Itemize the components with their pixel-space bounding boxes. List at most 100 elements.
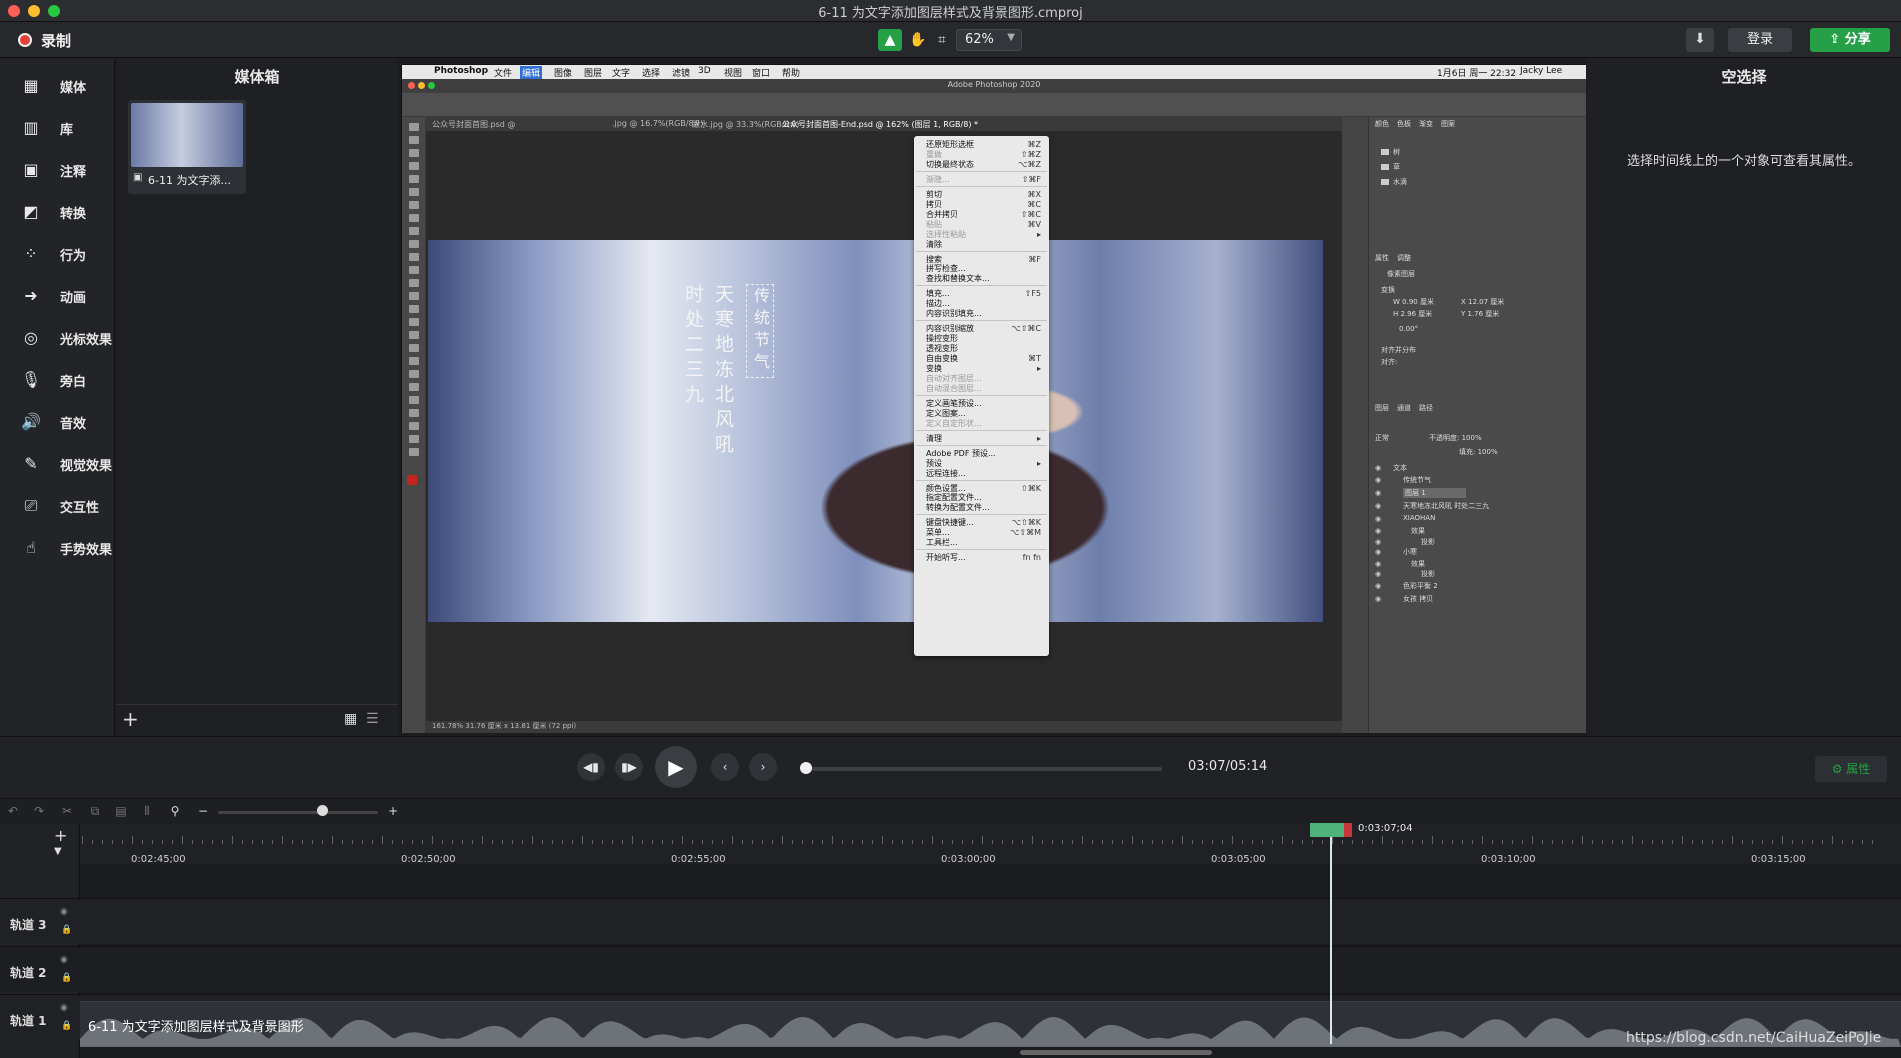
login-button[interactable]: 登录 [1728,28,1792,52]
lock-icon[interactable]: 🔒 [61,925,72,935]
canvas-preview[interactable]: Photoshop 文件 编辑 图像 图层 文字 选择 滤镜 3D 视图 窗口 帮助 1月6日 周一 2… [399,58,1586,736]
sidebar-item-3[interactable]: ◩ 转换 [0,192,115,232]
ps-tool-icon[interactable] [409,448,419,456]
lock-icon[interactable]: 🔒 [61,1021,72,1031]
paste-icon[interactable]: ▤ [114,804,128,818]
eye-icon[interactable]: ◉ [60,955,68,965]
copy-icon[interactable]: ⧉ [88,804,102,818]
playhead-out-marker[interactable] [1344,823,1352,837]
media-clip-thumbnail[interactable]: ▣ 6-11 为文字添... [128,100,246,194]
edit-menu-item[interactable]: 工具栏... [914,537,1049,548]
eye-icon[interactable]: ◉ [1375,527,1381,535]
ps-tool-icon[interactable] [409,357,419,365]
eye-icon[interactable]: ◉ [1375,548,1381,556]
ps-menu-item[interactable]: 3D [698,66,711,76]
zoom-out-icon[interactable]: − [196,804,210,818]
record-button[interactable]: 录制 [41,30,71,51]
ps-tool-icon[interactable] [409,383,419,391]
eye-icon[interactable]: ◉ [1375,595,1381,603]
ps-tool-icon[interactable] [409,292,419,300]
ps-tool-icon[interactable] [409,435,419,443]
eye-icon[interactable]: ◉ [1375,502,1381,510]
ps-menu-item[interactable]: 编辑 [520,66,543,79]
ps-tool-icon[interactable] [409,240,419,248]
ps-menu-item[interactable]: 图像 [554,66,572,79]
ps-menu-item[interactable]: 文字 [612,66,630,79]
zoom-in-icon[interactable]: + [386,804,400,818]
ps-menu-item[interactable]: 窗口 [752,66,770,79]
properties-button[interactable]: ⚙ 属性 [1815,756,1887,782]
ps-tool-icon[interactable] [409,175,419,183]
play-icon[interactable]: ▶ [655,746,697,788]
sidebar-item-0[interactable]: ▦ 媒体 [0,66,115,106]
undo-icon[interactable]: ↶ [6,804,20,818]
eye-icon[interactable]: ◉ [1375,489,1381,497]
ps-tool-icon[interactable] [409,409,419,417]
ps-tool-icon[interactable] [409,279,419,287]
timeline-zoom-handle[interactable] [317,805,328,816]
eye-icon[interactable]: ◉ [1375,476,1381,484]
timeline-scrollbar[interactable] [1020,1050,1212,1055]
ps-menu-item[interactable]: 视图 [724,66,742,79]
ps-tool-icon[interactable] [409,370,419,378]
playhead-line[interactable] [1330,826,1332,1044]
record-icon[interactable] [18,33,32,47]
sidebar-item-8[interactable]: 🔊 音效 [0,402,115,442]
ps-tool-icon[interactable] [409,305,419,313]
crop-tool-icon[interactable]: ⌗ [930,29,954,51]
step-forward-icon[interactable]: ▮▶ [615,753,643,781]
sidebar-item-7[interactable]: 🎙 旁白 [0,360,115,400]
ps-tool-icon[interactable] [409,162,419,170]
timeline-zoom-slider[interactable] [218,811,378,814]
eye-icon[interactable]: ◉ [1375,570,1381,578]
ps-tool-icon[interactable] [409,149,419,157]
ps-menu-item[interactable]: 文件 [494,66,512,79]
zoom-select[interactable]: 62% ▼ [956,29,1022,51]
edit-menu-item[interactable]: 清理 ▸ [914,433,1049,444]
sidebar-item-2[interactable]: ▣ 注释 [0,150,115,190]
sidebar-item-11[interactable]: ☝ 手势效果 [0,528,115,568]
grid-view-icon[interactable]: ▦ [344,711,357,727]
next-marker-icon[interactable]: › [749,753,777,781]
ps-tool-icon[interactable] [409,136,419,144]
zoom-magnifier-icon[interactable]: ⚲ [168,804,182,818]
sidebar-item-6[interactable]: ◎ 光标效果 [0,318,115,358]
eye-icon[interactable]: ◉ [60,907,68,917]
ps-tool-icon[interactable] [409,123,419,131]
eye-icon[interactable]: ◉ [1375,464,1381,472]
eye-icon[interactable]: ◉ [1375,560,1381,568]
eye-icon[interactable]: ◉ [1375,515,1381,523]
ps-tool-icon[interactable] [409,318,419,326]
list-view-icon[interactable]: ☰ [366,711,379,727]
edit-menu-item[interactable]: 开始听写... fn fn [914,552,1049,563]
sidebar-item-5[interactable]: ➜ 动画 [0,276,115,316]
sidebar-item-1[interactable]: ▥ 库 [0,108,115,148]
ps-menu-item[interactable]: 选择 [642,66,660,79]
sidebar-item-10[interactable]: ⎚ 交互性 [0,486,115,526]
chevron-down-icon[interactable]: ▼ [54,846,62,857]
edit-menu-item[interactable]: 远程连接... [914,468,1049,479]
ps-tool-icon[interactable] [409,253,419,261]
scrub-handle[interactable] [800,762,812,774]
sidebar-item-9[interactable]: ✎ 视觉效果 [0,444,115,484]
ps-tool-icon[interactable] [409,188,419,196]
eye-icon[interactable]: ◉ [1375,582,1381,590]
lock-icon[interactable]: 🔒 [61,973,72,983]
sidebar-item-4[interactable]: ⁘ 行为 [0,234,115,274]
ps-tool-icon[interactable] [409,201,419,209]
ps-menu-item[interactable]: 图层 [584,66,602,79]
ps-tool-icon[interactable] [409,422,419,430]
eye-icon[interactable]: ◉ [60,1003,68,1013]
hand-tool-icon[interactable]: ✋ [906,29,930,51]
redo-icon[interactable]: ↷ [32,804,46,818]
ps-tool-icon[interactable] [409,344,419,352]
ps-tool-icon[interactable] [409,227,419,235]
download-icon[interactable]: ⬇ [1686,28,1714,52]
ps-tool-icon[interactable] [409,331,419,339]
ps-doc-tab[interactable]: 公众号封面首图-End.psd @ 162% (图层 1, RGB/8) * [782,119,978,130]
scrub-track[interactable] [806,767,1162,771]
select-tool-icon[interactable]: ▲ [878,29,902,51]
time-ruler[interactable]: 0:02:45;00 0:02:50;00 0:02:55;00 0:03:00;00… [80,824,1901,865]
edit-menu-item[interactable]: 转换为配置文件... [914,502,1049,513]
ps-tool-icon[interactable] [409,266,419,274]
